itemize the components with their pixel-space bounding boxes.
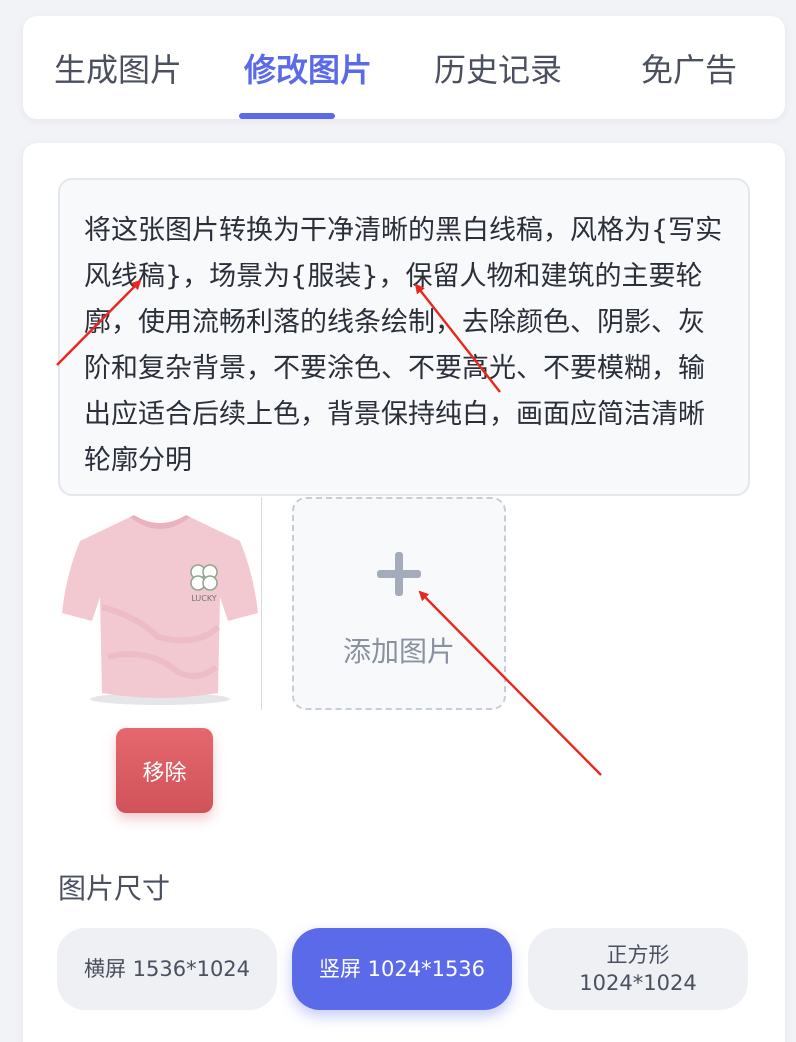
size-option-portrait-label: 竖屏 1024*1536 [318, 957, 486, 981]
add-image-label: 添加图片 [342, 634, 455, 668]
remove-image-button[interactable]: 移除 [116, 728, 213, 813]
size-option-landscape[interactable]: 横屏 1536*1024 [57, 928, 277, 1010]
add-image-button[interactable]: 添加图片 [292, 497, 506, 710]
active-tab-indicator [239, 113, 335, 119]
size-option-square-line1: 正方形 [606, 943, 670, 967]
shirt-print-text: LUCKY [191, 594, 216, 603]
image-size-title: 图片尺寸 [58, 872, 171, 905]
size-option-square[interactable]: 正方形 1024*1024 [528, 928, 748, 1010]
prompt-textarea[interactable]: 将这张图片转换为干净清晰的黑白线稿，风格为{写实风线稿}，场景为{服装}，保留人… [58, 178, 750, 496]
pink-tshirt-image: LUCKY [58, 497, 261, 710]
tab-bar: 生成图片 修改图片 历史记录 免广告 [23, 16, 785, 119]
page: 生成图片 修改图片 历史记录 免广告 将这张图片转换为干净清晰的黑白线稿，风格为… [0, 0, 796, 1042]
tab-edit-image[interactable]: 修改图片 [213, 16, 403, 119]
size-option-square-line2: 1024*1024 [579, 971, 697, 995]
tab-remove-ads[interactable]: 免广告 [593, 16, 785, 119]
uploaded-image-thumbnail: LUCKY [58, 497, 262, 710]
tab-generate-image[interactable]: 生成图片 [23, 16, 213, 119]
size-option-portrait[interactable]: 竖屏 1024*1536 [292, 928, 512, 1010]
plus-icon [377, 551, 421, 596]
size-option-landscape-label: 横屏 1536*1024 [83, 957, 251, 981]
tab-history[interactable]: 历史记录 [403, 16, 593, 119]
